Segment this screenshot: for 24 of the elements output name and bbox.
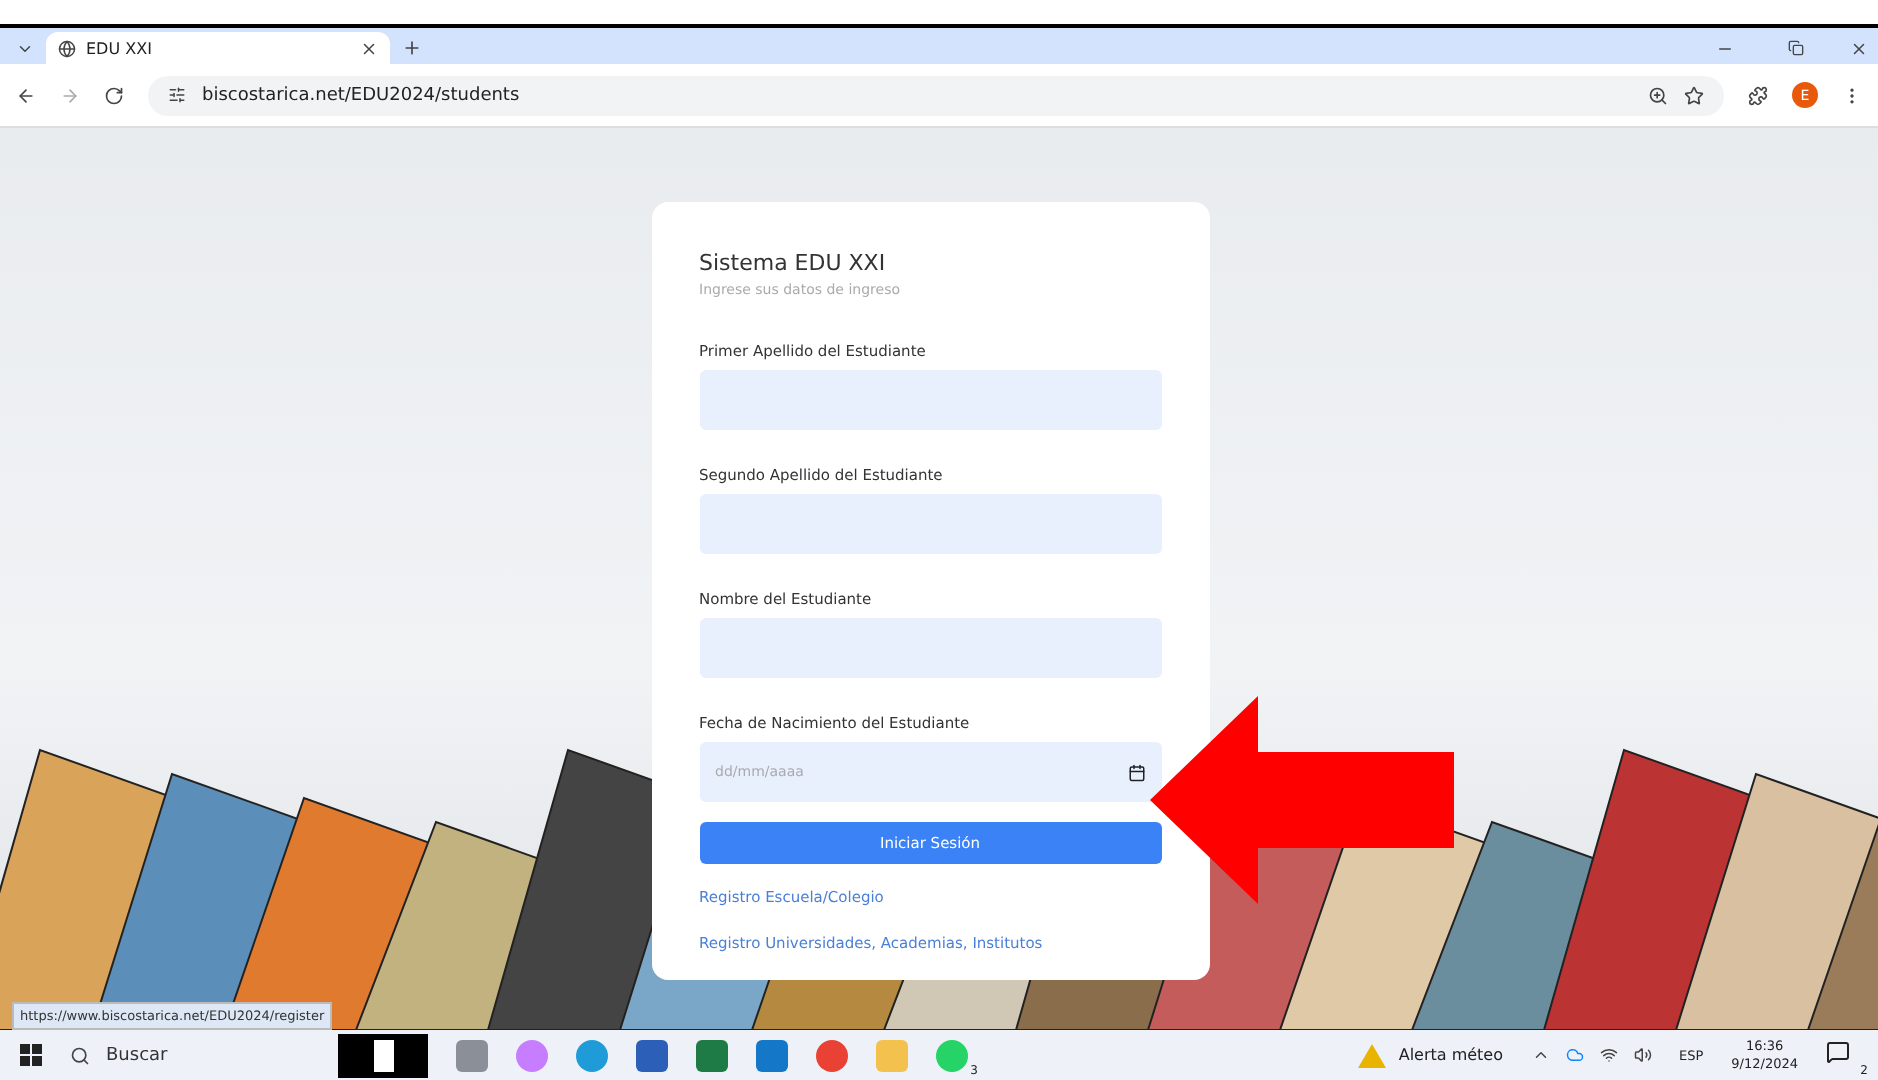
cloud-icon[interactable]	[1565, 1046, 1583, 1064]
address-bar[interactable]: biscostarica.net/EDU2024/students	[148, 75, 1724, 115]
weather-alert[interactable]: Alerta méteo	[1398, 1046, 1503, 1064]
arrow-icon	[1150, 696, 1454, 904]
card-title: Sistema EDU XXI	[699, 250, 888, 276]
zoom-icon[interactable]	[1648, 85, 1668, 105]
volume-icon[interactable]	[1633, 1046, 1651, 1064]
calendar-icon[interactable]	[1127, 763, 1145, 781]
chevron-up-icon[interactable]	[1531, 1046, 1549, 1064]
tab-title: EDU XXI	[86, 39, 152, 57]
close-icon[interactable]	[360, 39, 378, 57]
browser-tab[interactable]: EDU XXI	[46, 32, 390, 64]
wifi-icon[interactable]	[1599, 1046, 1617, 1064]
back-icon[interactable]	[16, 85, 36, 105]
warning-icon	[1358, 1043, 1387, 1067]
puzzle-icon[interactable]	[1748, 85, 1768, 105]
star-icon[interactable]	[1684, 85, 1704, 105]
globe-icon	[58, 39, 76, 57]
window-thumbnail[interactable]	[338, 1033, 428, 1077]
sliders-icon[interactable]	[168, 86, 186, 104]
reload-icon[interactable]	[104, 85, 124, 105]
taskbar-search[interactable]: Buscar	[70, 1037, 310, 1073]
search-icon	[70, 1045, 90, 1065]
windows-icon[interactable]	[20, 1044, 42, 1066]
